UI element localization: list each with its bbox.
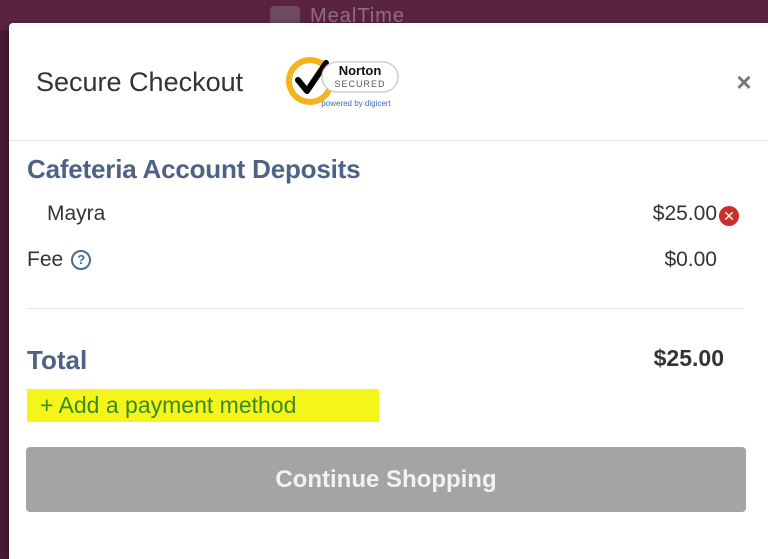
fee-label-group: Fee? (27, 248, 92, 272)
checkout-modal: Secure Checkout Norton SECURED powered b… (9, 23, 768, 559)
modal-body: Cafeteria Account Deposits Mayra $25.00 … (0, 0, 768, 559)
fee-label: Fee (27, 248, 64, 271)
deposit-amount: $25.00 (652, 202, 717, 225)
help-icon[interactable]: ? (71, 250, 92, 270)
fee-amount: $0.00 (664, 248, 717, 271)
total-amount: $25.00 (653, 345, 724, 371)
divider (27, 308, 744, 309)
remove-item-icon[interactable]: ✕ (719, 206, 739, 226)
deposit-student-name: Mayra (47, 202, 106, 225)
total-label: Total (27, 345, 88, 375)
add-payment-method-link[interactable]: + Add a payment method (27, 389, 379, 422)
section-title-deposits: Cafeteria Account Deposits (27, 154, 361, 184)
continue-shopping-button[interactable]: Continue Shopping (26, 447, 746, 512)
